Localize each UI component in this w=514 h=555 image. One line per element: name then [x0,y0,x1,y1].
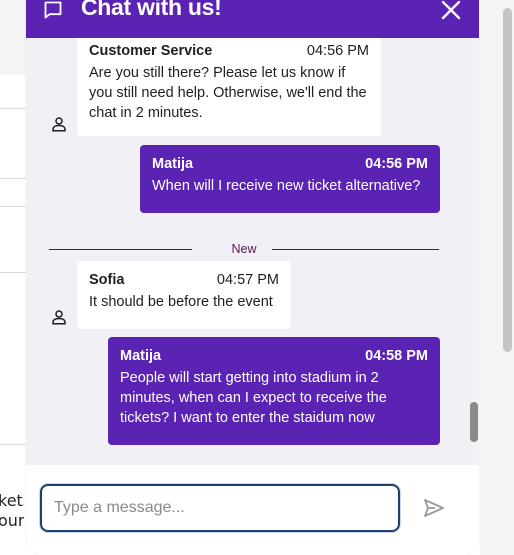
message-sender: Matija [120,348,162,364]
message-header: Customer Service 04:56 PM [89,42,369,60]
message-composer [26,465,479,555]
message-bubble-user: Matija 04:58 PM People will start gettin… [108,337,440,445]
message-header: Sofia 04:57 PM [89,271,279,289]
agent-avatar-icon [52,117,66,132]
divider-line-right [272,249,439,250]
background-text-fragment: our [0,511,24,530]
message-text: Are you still there? Please let us know … [89,65,367,121]
chat-header: Chat with us! [26,0,479,38]
message-time: 04:57 PM [216,272,279,288]
background-divider [0,108,26,109]
message-time: 04:56 PM [365,156,428,172]
chat-widget: Chat with us! Customer Service 04:56 PM … [26,0,479,555]
message-bubble-agent: Customer Service 04:56 PM Are you still … [77,38,381,136]
chat-bubble-icon [44,1,62,19]
message-scrollbar[interactable] [469,38,479,465]
page-scrollbar-thumb[interactable] [503,8,512,352]
message-list[interactable]: Customer Service 04:56 PM Are you still … [26,38,479,465]
message-bubble-agent: Sofia 04:57 PM It should be before the e… [77,261,291,329]
message-text: It should be before the event [89,294,273,310]
message-text: When will I receive new ticket alternati… [152,178,421,194]
background-divider [0,206,26,207]
background-divider [0,444,26,445]
message-text: People will start getting into stadium i… [120,370,387,426]
message-header: Matija 04:58 PM [120,347,428,365]
message-sender: Sofia [89,272,125,288]
message-header: Matija 04:56 PM [152,155,428,173]
new-messages-divider: New [49,241,439,257]
background-divider [0,178,26,179]
message-sender: Customer Service [89,43,213,59]
page-scrollbar[interactable] [480,0,514,555]
chat-title: Chat with us! [81,0,222,20]
background-header-band [0,0,26,75]
agent-avatar-icon [52,310,66,325]
message-time: 04:58 PM [365,348,428,364]
message-scrollbar-thumb[interactable] [470,402,478,442]
background-divider [0,272,26,273]
background-left-strip: kets our [0,0,26,555]
message-sender: Matija [152,156,194,172]
message-input[interactable] [40,484,400,532]
close-icon[interactable] [439,0,463,22]
background-text-fragment: kets [0,491,24,510]
message-bubble-user: Matija 04:56 PM When will I receive new … [140,145,440,213]
message-time: 04:56 PM [306,43,369,59]
send-icon[interactable] [422,496,446,520]
